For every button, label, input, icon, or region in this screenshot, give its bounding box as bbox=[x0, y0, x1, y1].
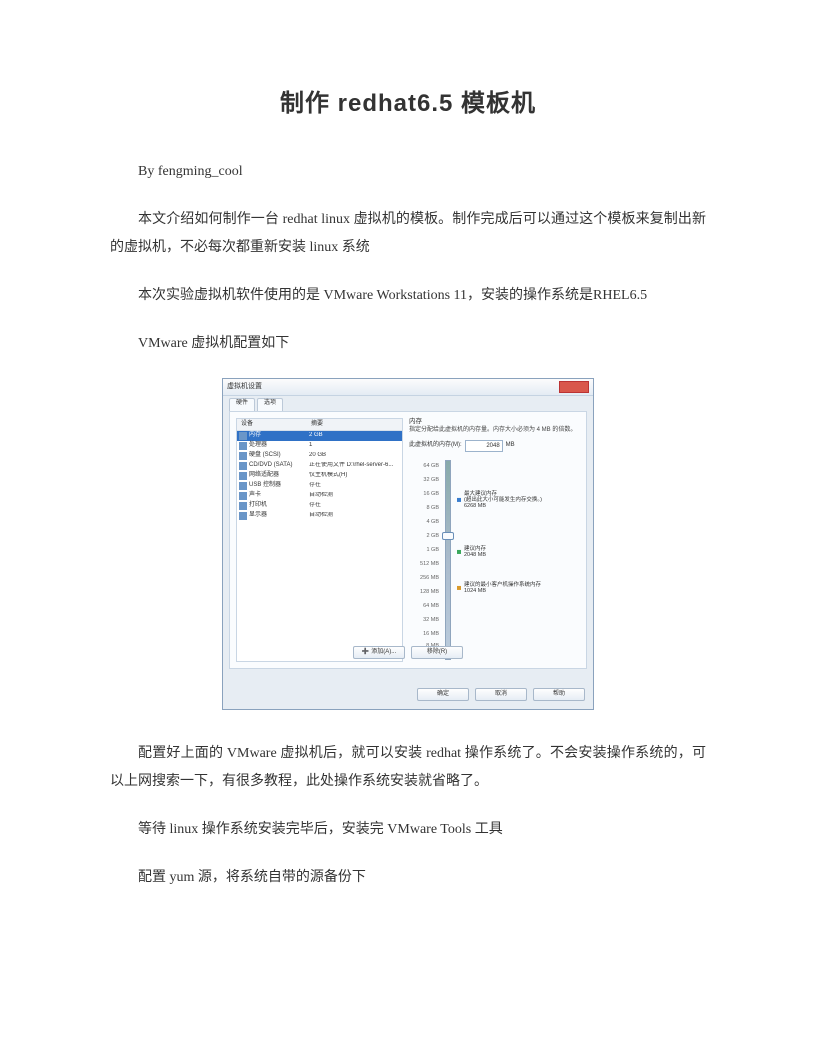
hw-col-device: 设备 bbox=[237, 419, 307, 430]
hw-row-memory[interactable]: 内存2 GB bbox=[237, 431, 402, 441]
paragraph-tools: 等待 linux 操作系统安装完毕后，安装完 VMware Tools 工具 bbox=[110, 816, 706, 844]
hw-row-usb[interactable]: USB 控制器存在 bbox=[237, 481, 402, 491]
dialog-titlebar: 虚拟机设置 bbox=[223, 379, 593, 396]
tab-options[interactable]: 选项 bbox=[257, 398, 283, 412]
printer-icon bbox=[239, 502, 247, 510]
memory-icon bbox=[239, 432, 247, 440]
ok-button[interactable]: 确定 bbox=[417, 688, 469, 701]
paragraph-intro: 本文介绍如何制作一台 redhat linux 虚拟机的模板。制作完成后可以通过… bbox=[110, 206, 706, 262]
memory-unit: MB bbox=[506, 442, 515, 449]
paragraph-after-config: 配置好上面的 VMware 虚拟机后，就可以安装 redhat 操作系统了。不会… bbox=[110, 740, 706, 796]
cancel-button[interactable]: 取消 bbox=[475, 688, 527, 701]
close-icon[interactable] bbox=[559, 381, 589, 393]
disk-icon bbox=[239, 452, 247, 460]
hw-row-cd[interactable]: CD/DVD (SATA)正在使用文件 D:\rhel-server-6... bbox=[237, 461, 402, 471]
paragraph-config-label: VMware 虚拟机配置如下 bbox=[110, 330, 706, 358]
hw-row-sound[interactable]: 声卡自动检测 bbox=[237, 491, 402, 501]
pane-title: 内存 bbox=[409, 418, 580, 425]
paragraph-yum: 配置 yum 源，将系统自带的源备份下 bbox=[110, 864, 706, 892]
add-button[interactable]: 添加(A)... bbox=[353, 646, 405, 659]
tab-hardware[interactable]: 硬件 bbox=[229, 398, 255, 412]
display-icon bbox=[239, 512, 247, 520]
cd-icon bbox=[239, 462, 247, 470]
marker-min-icon bbox=[457, 586, 461, 590]
network-icon bbox=[239, 472, 247, 480]
slider-knob[interactable] bbox=[442, 532, 454, 540]
memory-pane: 内存 指定分配给此虚拟机的内存量。内存大小必须为 4 MB 的倍数。 此虚拟机的… bbox=[409, 418, 580, 662]
marker-max-icon bbox=[457, 498, 461, 502]
hw-row-net[interactable]: 网络适配器仅主机模式(H) bbox=[237, 471, 402, 481]
hw-row-printer[interactable]: 打印机存在 bbox=[237, 501, 402, 511]
memory-label: 此虚拟机的内存(M): bbox=[409, 442, 462, 449]
hw-col-summary: 摘要 bbox=[307, 419, 402, 430]
page-title: 制作 redhat6.5 模板机 bbox=[110, 80, 706, 128]
memory-input[interactable]: 2048 bbox=[465, 440, 503, 452]
hw-row-display[interactable]: 显示器自动检测 bbox=[237, 511, 402, 521]
dialog-title: 虚拟机设置 bbox=[227, 383, 262, 391]
memory-slider[interactable]: 64 GB 32 GB 16 GB 8 GB 4 GB 2 GB 1 GB 51… bbox=[411, 460, 571, 660]
remove-button[interactable]: 移除(R) bbox=[411, 646, 463, 659]
hardware-list: 设备 摘要 内存2 GB 处理器1 硬盘 (SCSI)20 GB CD/DVD … bbox=[236, 418, 403, 662]
pane-desc: 指定分配给此虚拟机的内存量。内存大小必须为 4 MB 的倍数。 bbox=[409, 427, 580, 434]
vm-settings-dialog: 虚拟机设置 硬件 选项 设备 摘要 内存2 GB 处理器1 硬盘 (SCSI)2… bbox=[222, 378, 594, 710]
byline: By fengming_cool bbox=[138, 158, 706, 186]
cpu-icon bbox=[239, 442, 247, 450]
help-button[interactable]: 帮助 bbox=[533, 688, 585, 701]
marker-rec-icon bbox=[457, 550, 461, 554]
sound-icon bbox=[239, 492, 247, 500]
hw-row-disk[interactable]: 硬盘 (SCSI)20 GB bbox=[237, 451, 402, 461]
hw-row-cpu[interactable]: 处理器1 bbox=[237, 441, 402, 451]
usb-icon bbox=[239, 482, 247, 490]
paragraph-env: 本次实验虚拟机软件使用的是 VMware Workstations 11，安装的… bbox=[110, 282, 706, 310]
